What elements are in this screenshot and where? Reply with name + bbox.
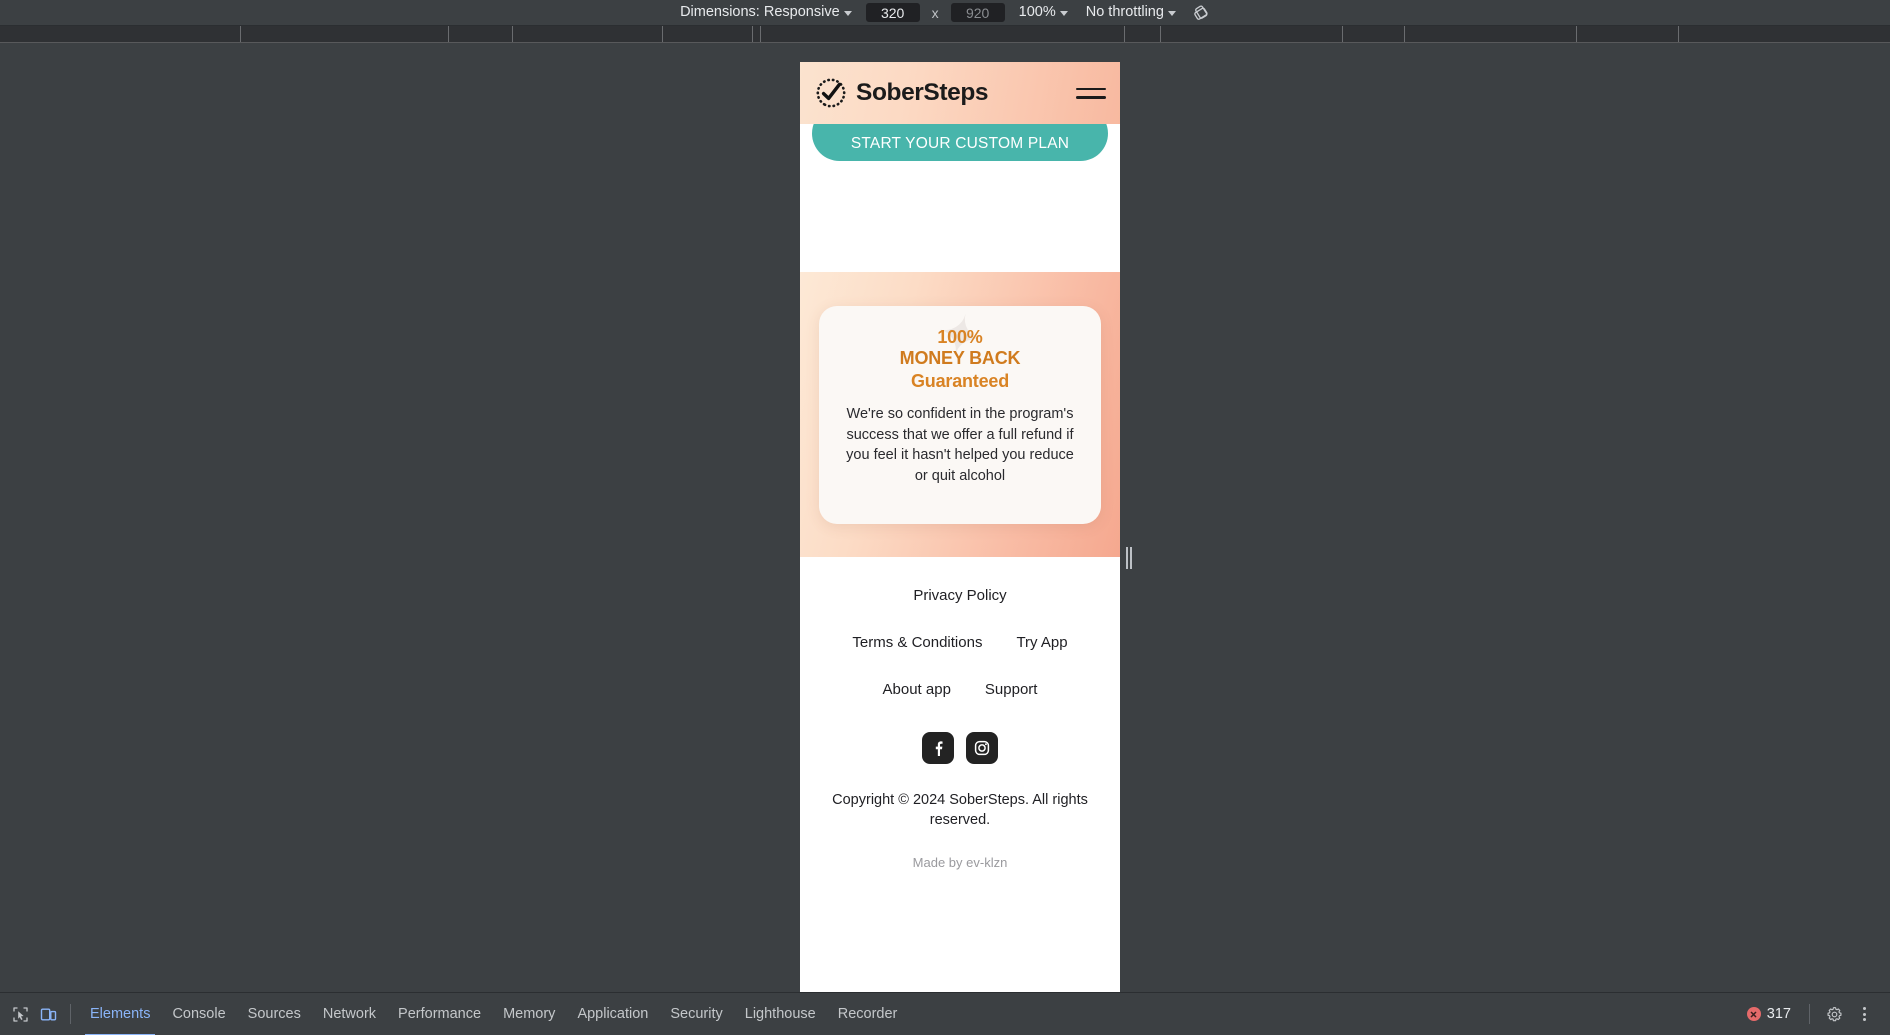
devtools-tabs: Elements Console Sources Network Perform… [79, 993, 908, 1035]
ruler-tick [662, 26, 663, 42]
gear-icon [1826, 1006, 1842, 1021]
zoom-dropdown[interactable]: 100% [1015, 3, 1072, 22]
kebab-menu-icon [1862, 1007, 1866, 1021]
brand-logo[interactable]: SoberSteps [814, 76, 1076, 110]
instagram-link[interactable] [966, 732, 998, 764]
viewport-width-input[interactable] [865, 3, 920, 22]
facebook-icon [935, 741, 943, 756]
dimensions-preset-dropdown[interactable]: Dimensions: Responsive [676, 3, 856, 22]
ruler-tick [448, 26, 449, 42]
footer-link-support[interactable]: Support [985, 681, 1038, 698]
tab-elements[interactable]: Elements [79, 993, 161, 1035]
guarantee-percent: 100% [937, 326, 983, 347]
social-links [800, 732, 1120, 764]
footer-link-terms-conditions[interactable]: Terms & Conditions [852, 634, 982, 651]
inspect-element-button[interactable] [6, 1000, 34, 1028]
instagram-icon [974, 740, 990, 756]
tab-application[interactable]: Application [566, 993, 659, 1035]
footer-link-about-app[interactable]: About app [883, 681, 951, 698]
chevron-down-icon [843, 11, 852, 16]
facebook-link[interactable] [922, 732, 954, 764]
ruler-tick [1678, 26, 1679, 42]
devtools-device-mode-window: Dimensions: Responsive x 100% No throttl… [0, 0, 1890, 1035]
chevron-down-icon [1059, 11, 1068, 16]
ruler-tick [752, 26, 753, 42]
hamburger-menu-icon[interactable] [1076, 81, 1106, 105]
start-custom-plan-button[interactable]: START YOUR CUSTOM PLAN [812, 124, 1108, 161]
toggle-device-toolbar-button[interactable] [34, 1000, 62, 1028]
brand-name: SoberSteps [856, 79, 989, 106]
ruler-tick [1576, 26, 1577, 42]
tab-network[interactable]: Network [312, 993, 387, 1035]
viewport-resize-handle-right[interactable] [1124, 543, 1134, 573]
site-header: SoberSteps [800, 62, 1120, 124]
tab-recorder[interactable]: Recorder [827, 993, 909, 1035]
console-error-badge[interactable]: 317 [1739, 1004, 1799, 1024]
footer-row-about: About app Support [800, 681, 1120, 698]
ruler-tick [760, 26, 761, 42]
device-toolbar-icon [40, 1008, 56, 1021]
viewport-height-input[interactable] [950, 3, 1005, 22]
viewport-ruler-horizontal [0, 26, 1890, 43]
toolbar-divider [70, 1004, 71, 1024]
chevron-down-icon [1167, 11, 1176, 16]
device-emulation-toolbar: Dimensions: Responsive x 100% No throttl… [0, 0, 1890, 26]
emulated-viewport-area: SoberSteps START YOUR CUSTOM PLAN ✦ 100% [0, 43, 1890, 1012]
tab-sources[interactable]: Sources [237, 993, 312, 1035]
throttling-label: No throttling [1085, 4, 1164, 21]
ruler-tick [512, 26, 513, 42]
error-count: 317 [1766, 1006, 1791, 1022]
page-content: SoberSteps START YOUR CUSTOM PLAN ✦ 100% [800, 62, 1120, 992]
devtools-panel-tabbar: Elements Console Sources Network Perform… [0, 992, 1890, 1035]
ruler-tick [1124, 26, 1125, 42]
tab-lighthouse[interactable]: Lighthouse [734, 993, 827, 1035]
ruler-tick [1342, 26, 1343, 42]
device-frame: SoberSteps START YOUR CUSTOM PLAN ✦ 100% [800, 62, 1120, 992]
toolbar-divider [1809, 1004, 1810, 1024]
made-by-text: Made by ev-klzn [912, 854, 1008, 870]
footer-link-try-app[interactable]: Try App [1016, 634, 1067, 651]
copyright-text: Copyright © 2024 SoberSteps. All rights … [832, 792, 1088, 829]
ruler-tick [1160, 26, 1161, 42]
zoom-level-label: 100% [1018, 4, 1056, 21]
site-footer: Privacy Policy Terms & Conditions Try Ap… [800, 557, 1120, 992]
devtools-settings-button[interactable] [1820, 1000, 1848, 1028]
guarantee-card: ✦ 100% MONEY BACK Guaranteed We're so co… [819, 305, 1101, 524]
footer-row-privacy: Privacy Policy [800, 587, 1120, 604]
tab-memory[interactable]: Memory [492, 993, 566, 1035]
footer-link-privacy-policy[interactable]: Privacy Policy [913, 587, 1006, 604]
cta-section: START YOUR CUSTOM PLAN [800, 124, 1120, 272]
dimensions-preset-label: Dimensions: Responsive [680, 4, 840, 21]
tab-console[interactable]: Console [161, 993, 236, 1035]
dimension-separator: x [931, 4, 939, 21]
check-circle-dotted-icon [814, 76, 848, 110]
devtools-toolbar-right: 317 [1739, 1000, 1884, 1028]
ruler-tick [240, 26, 241, 42]
error-circle-icon [1746, 1007, 1761, 1021]
inspect-element-icon [12, 1006, 28, 1022]
footer-row-terms: Terms & Conditions Try App [800, 634, 1120, 651]
tab-security[interactable]: Security [659, 993, 733, 1035]
network-throttling-dropdown[interactable]: No throttling [1082, 3, 1180, 22]
rotate-device-icon [1194, 4, 1208, 20]
devtools-more-options-button[interactable] [1850, 1000, 1878, 1028]
money-back-guarantee-section: ✦ 100% MONEY BACK Guaranteed We're so co… [800, 272, 1120, 557]
guarantee-body-text: We're so confident in the program's succ… [846, 406, 1074, 485]
ruler-tick [1404, 26, 1405, 42]
rotate-device-button[interactable] [1190, 2, 1214, 24]
guarantee-headline: MONEY BACK [899, 348, 1021, 369]
guarantee-subheadline: Guaranteed [910, 370, 1010, 391]
tab-performance[interactable]: Performance [387, 993, 492, 1035]
